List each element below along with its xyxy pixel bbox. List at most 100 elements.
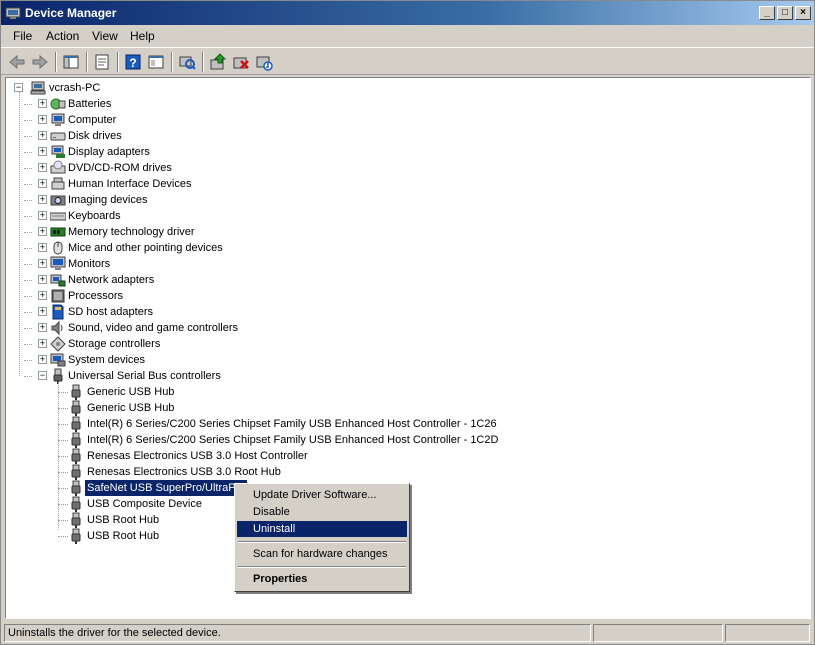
expand-expander[interactable]: + [38, 99, 47, 108]
context-menu-separator [238, 566, 406, 568]
back-arrow-icon[interactable] [7, 52, 27, 72]
title-bar[interactable]: Device Manager _ □ × [1, 1, 814, 25]
tree-guide-line [58, 408, 68, 409]
collapse-expander[interactable]: − [38, 371, 47, 380]
menu-view[interactable]: View [92, 29, 118, 43]
context-menu-uninstall[interactable]: Uninstall [237, 521, 407, 537]
expand-expander[interactable]: + [38, 339, 47, 348]
expand-expander[interactable]: + [38, 195, 47, 204]
usb-device-icon [68, 480, 84, 496]
status-pane-2 [593, 624, 723, 642]
usb-device-icon [68, 464, 84, 480]
usb-device-label: Renesas Electronics USB 3.0 Root Hub [87, 466, 281, 478]
help-icon[interactable]: ? [123, 52, 143, 72]
expand-expander[interactable]: + [38, 211, 47, 220]
expand-expander[interactable]: + [38, 131, 47, 140]
scan-hardware-icon[interactable] [177, 52, 197, 72]
context-menu: Update Driver Software... Disable Uninstal… [234, 483, 410, 592]
keyboard-icon [50, 208, 66, 224]
minimize-button[interactable]: _ [759, 6, 775, 20]
status-bar: Uninstalls the driver for the selected d… [1, 621, 814, 643]
expand-expander[interactable]: + [38, 163, 47, 172]
properties-icon[interactable] [92, 52, 112, 72]
mouse-icon [50, 240, 66, 256]
expand-expander[interactable]: + [38, 243, 47, 252]
usb-device-icon [68, 416, 84, 432]
menu-help[interactable]: Help [130, 29, 155, 43]
context-menu-update-driver-software[interactable]: Update Driver Software... [237, 487, 407, 503]
update-driver-icon[interactable] [208, 52, 228, 72]
computer-root-icon [30, 80, 46, 96]
close-button[interactable]: × [795, 6, 811, 20]
memory-icon [50, 224, 66, 240]
context-menu-properties[interactable]: Properties [237, 571, 407, 587]
expand-expander[interactable]: + [38, 307, 47, 316]
toolbar-separator [55, 52, 57, 72]
toolbar: ? [1, 47, 814, 75]
tree-guide-line [24, 248, 32, 249]
context-menu-separator [238, 541, 406, 543]
expand-expander[interactable]: + [38, 227, 47, 236]
tree-guide-line [58, 488, 68, 489]
tree-category-label: Computer [68, 114, 117, 126]
expand-expander[interactable]: + [38, 275, 47, 284]
disable-icon[interactable] [254, 52, 274, 72]
tree-guide-line [24, 296, 32, 297]
tree-guide-line [58, 392, 68, 393]
usb-device-label: Generic USB Hub [87, 402, 175, 414]
expand-expander[interactable]: + [38, 115, 47, 124]
toolbar-separator [86, 52, 88, 72]
display-adapter-icon [50, 144, 66, 160]
status-pane-3 [725, 624, 810, 642]
tree-category-label: Mice and other pointing devices [68, 242, 223, 254]
monitor-icon [50, 256, 66, 272]
tree-category-label: Sound, video and game controllers [68, 322, 238, 334]
show-hide-console-tree-icon[interactable] [61, 52, 81, 72]
processor-icon [50, 288, 66, 304]
tree-category-label: Batteries [68, 98, 112, 110]
expand-expander[interactable]: + [38, 291, 47, 300]
maximize-button[interactable]: □ [777, 6, 793, 20]
tree-guide-line [24, 312, 32, 313]
context-menu-scan-for-hardware-changes[interactable]: Scan for hardware changes [237, 546, 407, 562]
toolbar-separator [171, 52, 173, 72]
tree-guide-line [24, 344, 32, 345]
expand-expander[interactable]: + [38, 355, 47, 364]
tree-category-label: Display adapters [68, 146, 150, 158]
toolbar-separator [202, 52, 204, 72]
expand-expander[interactable]: + [38, 179, 47, 188]
uninstall-icon[interactable] [231, 52, 251, 72]
usb-device-label: Renesas Electronics USB 3.0 Host Control… [87, 450, 308, 462]
context-menu-disable[interactable]: Disable [237, 504, 407, 520]
usb-device-icon [68, 432, 84, 448]
device-manager-icon [5, 5, 21, 21]
forward-arrow-icon[interactable] [30, 52, 50, 72]
collapse-expander[interactable]: − [14, 83, 23, 92]
usb-device-icon [68, 496, 84, 512]
status-text: Uninstalls the driver for the selected d… [4, 624, 591, 642]
usb-device-icon [68, 448, 84, 464]
battery-icon [50, 96, 66, 112]
computer-icon [50, 112, 66, 128]
expand-expander[interactable]: + [38, 259, 47, 268]
tree-guide-line [24, 120, 32, 121]
usb-device-icon [68, 528, 84, 544]
tree-guide-line [24, 360, 32, 361]
tree-guide-line [58, 440, 68, 441]
tree-category-label: Universal Serial Bus controllers [68, 370, 221, 382]
console-view-icon[interactable] [146, 52, 166, 72]
tree-guide-line [58, 472, 68, 473]
menu-action[interactable]: Action [46, 29, 79, 43]
dvd-drive-icon [50, 160, 66, 176]
expand-expander[interactable]: + [38, 323, 47, 332]
tree-root-label: vcrash-PC [49, 82, 101, 94]
tree-guide-line [24, 264, 32, 265]
tree-guide-line [24, 184, 32, 185]
tree-guide-line [24, 376, 32, 377]
tree-guide-line [24, 168, 32, 169]
usb-device-label: Generic USB Hub [87, 386, 175, 398]
expand-expander[interactable]: + [38, 147, 47, 156]
menu-file[interactable]: File [13, 29, 32, 43]
svg-text:?: ? [129, 56, 136, 70]
storage-controller-icon [50, 336, 66, 352]
